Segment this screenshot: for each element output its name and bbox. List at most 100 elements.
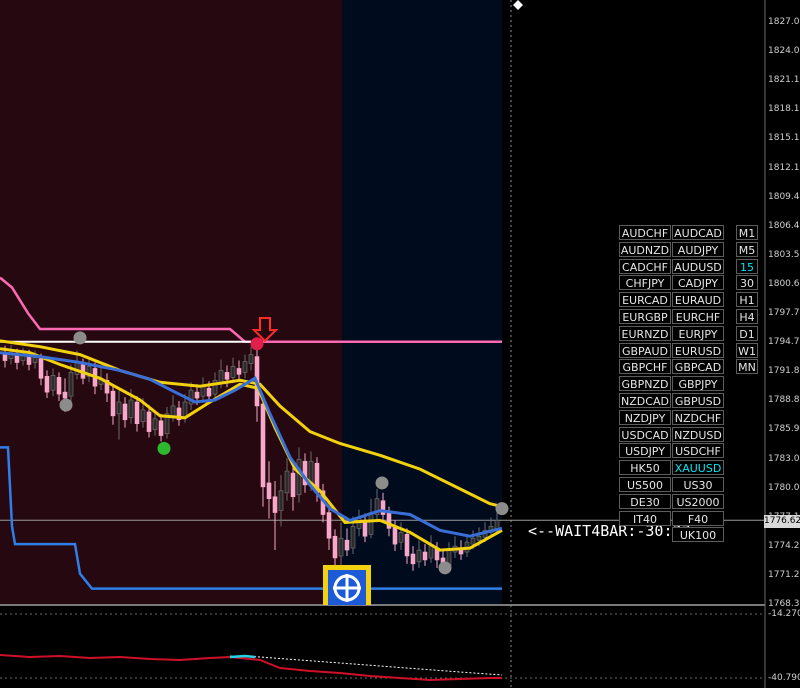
symbol-button-us2000[interactable]: US2000 — [672, 493, 724, 509]
symbol-button-usdjpy[interactable]: USDJPY — [619, 443, 671, 459]
indicator-main-line — [0, 654, 502, 682]
candle-body — [242, 361, 248, 373]
symbol-button-audnzd[interactable]: AUDNZD — [619, 241, 671, 257]
symbol-button-usdcad[interactable]: USDCAD — [619, 426, 671, 442]
timeframe-button-w1[interactable]: W1 — [736, 342, 758, 358]
symbol-button-audchf[interactable]: AUDCHF — [619, 225, 671, 240]
current-price-tag: 1776.62 — [764, 515, 800, 528]
price-axis-tick: 1806.40 — [768, 220, 800, 231]
symbol-button-cadchf[interactable]: CADCHF — [619, 258, 671, 274]
timeframe-button-m5[interactable]: M5 — [736, 241, 758, 257]
symbol-button-euraud[interactable]: EURAUD — [672, 292, 724, 308]
symbol-button-f40[interactable]: F40 — [672, 510, 724, 526]
price-axis-tick: 1812.15 — [768, 162, 800, 173]
candle-body — [158, 420, 164, 436]
candle-body — [368, 512, 374, 535]
price-axis-tick: 1803.55 — [768, 249, 800, 260]
candle-body — [416, 549, 422, 563]
symbol-button-hk50[interactable]: HK50 — [619, 460, 671, 476]
candle-body — [350, 526, 356, 549]
price-axis-tick: 1771.25 — [768, 569, 800, 580]
candle-body — [32, 357, 38, 363]
candle-body — [422, 551, 428, 561]
price-axis-tick: 1788.85 — [768, 395, 800, 406]
price-axis-tick: 1785.90 — [768, 424, 800, 435]
indicator-axis-tick: -40.7902 — [768, 673, 800, 683]
timeframe-button-mn[interactable]: MN — [736, 359, 758, 375]
candle-body — [218, 370, 224, 383]
gray-signal-dot — [73, 331, 87, 345]
timeframe-button-15[interactable]: 15 — [736, 258, 758, 274]
candle-body — [122, 403, 128, 421]
candle-body — [110, 390, 116, 417]
candle-body — [68, 372, 74, 397]
timeframe-button-h4[interactable]: H4 — [736, 309, 758, 324]
timeframe-button-h1[interactable]: H1 — [736, 292, 758, 308]
timeframe-button-m1[interactable]: M1 — [736, 225, 758, 240]
symbol-button-nzdjpy[interactable]: NZDJPY — [619, 409, 671, 425]
candle-body — [326, 512, 332, 539]
candle-body — [62, 391, 68, 399]
symbol-button-uk100[interactable]: UK100 — [672, 527, 724, 543]
buy-signal-dot — [157, 441, 171, 455]
symbol-button-audcad[interactable]: AUDCAD — [672, 225, 724, 240]
candle-body — [230, 366, 236, 378]
symbol-button-us30[interactable]: US30 — [672, 477, 724, 492]
candle-body — [338, 537, 344, 557]
candle-body — [2, 354, 8, 361]
symbol-button-audusd[interactable]: AUDUSD — [672, 258, 724, 274]
symbol-button-gbpaud[interactable]: GBPAUD — [619, 342, 671, 358]
symbol-button-eurgbp[interactable]: EURGBP — [619, 309, 671, 324]
candle-body — [344, 539, 350, 551]
symbol-button-de30[interactable]: DE30 — [619, 493, 671, 509]
symbol-button-gbpjpy[interactable]: GBPJPY — [672, 376, 724, 392]
symbol-button-gbpnzd[interactable]: GBPNZD — [619, 376, 671, 392]
candle-body — [206, 387, 212, 397]
price-axis-tick: 1780.05 — [768, 482, 800, 493]
candle-body — [332, 535, 338, 559]
gray-signal-dot — [59, 398, 73, 412]
symbol-button-gbpchf[interactable]: GBPCHF — [619, 359, 671, 375]
gray-signal-dot — [375, 476, 389, 490]
symbol-button-cadjpy[interactable]: CADJPY — [672, 275, 724, 291]
price-axis-tick: 1783.00 — [768, 453, 800, 464]
candle-body — [224, 372, 230, 380]
symbol-button-eurjpy[interactable]: EURJPY — [672, 325, 724, 341]
symbol-button-eurchf[interactable]: EURCHF — [672, 309, 724, 324]
price-axis-tick: 1818.15 — [768, 104, 800, 115]
candle-body — [50, 375, 56, 391]
symbol-button-chfjpy[interactable]: CHFJPY — [619, 275, 671, 291]
symbol-button-audjpy[interactable]: AUDJPY — [672, 241, 724, 257]
price-axis-tick: 1791.85 — [768, 366, 800, 377]
symbol-button-nzdcad[interactable]: NZDCAD — [619, 393, 671, 408]
symbol-button-us500[interactable]: US500 — [619, 477, 671, 492]
price-axis-tick: 1821.15 — [768, 75, 800, 86]
candle-body — [140, 409, 146, 423]
indicator-highlight-segment — [229, 654, 256, 659]
symbol-button-nzdchf[interactable]: NZDCHF — [672, 409, 724, 425]
candle-body — [494, 520, 500, 529]
symbol-button-gbpusd[interactable]: GBPUSD — [672, 393, 724, 408]
candle-body — [38, 358, 44, 379]
candle-body — [296, 458, 302, 496]
symbol-button-xauusd[interactable]: XAUUSD — [672, 460, 724, 476]
symbol-button-eurnzd[interactable]: EURNZD — [619, 325, 671, 341]
symbol-button-nzdusd[interactable]: NZDUSD — [672, 426, 724, 442]
symbol-button-usdchf[interactable]: USDCHF — [672, 443, 724, 459]
symbol-button-eurusd[interactable]: EURUSD — [672, 342, 724, 358]
price-axis-tick: 1797.70 — [768, 308, 800, 318]
sell-signal-dot — [250, 337, 264, 351]
symbol-button-eurcad[interactable]: EURCAD — [619, 292, 671, 308]
candle-body — [146, 411, 152, 432]
candle-body — [56, 377, 62, 395]
indicator-axis-tick: -14.2704 — [768, 609, 800, 619]
candle-body — [290, 472, 296, 498]
candle-body — [410, 553, 416, 565]
session-background-asia — [0, 0, 342, 605]
candle-body — [116, 401, 122, 415]
price-axis-tick: 1768.30 — [768, 599, 800, 609]
symbol-button-it40[interactable]: IT40 — [619, 510, 671, 526]
timeframe-button-30[interactable]: 30 — [736, 275, 758, 291]
timeframe-button-d1[interactable]: D1 — [736, 325, 758, 341]
symbol-button-gbpcad[interactable]: GBPCAD — [672, 359, 724, 375]
